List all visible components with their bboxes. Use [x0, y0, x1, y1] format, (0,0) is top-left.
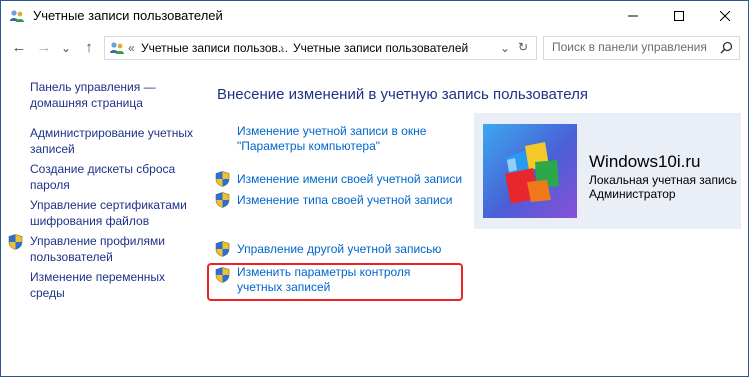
link-manage-other[interactable]: Управление другой учетной записью: [237, 242, 441, 257]
link-change-type[interactable]: Изменение типа своей учетной записи: [237, 193, 452, 208]
page-title: Внесение изменений в учетную запись поль…: [217, 86, 588, 103]
breadcrumb-separator[interactable]: ›: [280, 41, 284, 55]
control-panel-icon: [109, 40, 125, 56]
search-box[interactable]: [543, 36, 740, 60]
link-pc-settings[interactable]: Изменение учетной записи в окне "Парамет…: [237, 124, 437, 154]
uac-shield-icon: [215, 192, 230, 208]
refresh-icon[interactable]: ↻: [518, 40, 528, 54]
maximize-icon: [674, 11, 684, 21]
window-title: Учетные записи пользователей: [33, 8, 223, 23]
user-avatar[interactable]: [483, 124, 577, 218]
account-role: Администратор: [589, 187, 676, 201]
sidebar-item-profiles[interactable]: Управление профилями пользователей: [30, 233, 180, 265]
recent-locations-icon[interactable]: ⌄: [56, 39, 76, 57]
uac-shield-icon: [215, 171, 230, 187]
up-arrow-icon[interactable]: ↑: [79, 39, 99, 57]
close-button[interactable]: [702, 1, 748, 31]
minimize-button[interactable]: [610, 1, 656, 31]
address-bar[interactable]: « Учетные записи пользов... › Учетные за…: [104, 36, 537, 60]
search-input[interactable]: [552, 40, 712, 54]
account-type: Локальная учетная запись: [589, 173, 737, 187]
breadcrumb-accounts[interactable]: Учетные записи пользов...: [141, 41, 288, 55]
maximize-button[interactable]: [656, 1, 702, 31]
sidebar-item-env-vars[interactable]: Изменение переменных среды: [30, 269, 170, 301]
user-info-panel: Windows10i.ru Локальная учетная запись А…: [474, 113, 741, 229]
breadcrumb-current[interactable]: Учетные записи пользователей: [293, 41, 468, 55]
forward-arrow-icon[interactable]: →: [34, 39, 54, 57]
search-icon[interactable]: [720, 41, 733, 54]
title-bar: Учетные записи пользователей: [1, 1, 748, 31]
app-window: Учетные записи пользователей ← → ⌄ ↑ « У…: [0, 0, 749, 377]
close-icon: [720, 11, 730, 21]
sidebar-item-certificates[interactable]: Управление сертификатами шифрования файл…: [30, 197, 195, 229]
navigation-bar: ← → ⌄ ↑ « Учетные записи пользов... › Уч…: [1, 35, 748, 61]
back-arrow-icon[interactable]: ←: [9, 39, 29, 57]
sidebar-item-admin-accounts[interactable]: Администрирование учетных записей: [30, 125, 195, 157]
uac-shield-icon: [8, 234, 23, 250]
uac-shield-icon: [215, 241, 230, 257]
link-uac-settings[interactable]: Изменить параметры контроля учетных запи…: [237, 265, 452, 295]
breadcrumb-overflow[interactable]: «: [128, 41, 135, 55]
address-dropdown-icon[interactable]: ⌄: [500, 41, 510, 55]
sidebar-item-reset-disk[interactable]: Создание дискеты сброса пароля: [30, 161, 180, 193]
minimize-icon: [628, 15, 638, 17]
link-change-name[interactable]: Изменение имени своей учетной записи: [237, 172, 462, 187]
sidebar-item-home[interactable]: Панель управления — домашняя страница: [30, 79, 160, 111]
users-icon: [9, 8, 25, 24]
uac-shield-icon: [215, 267, 230, 283]
user-name: Windows10i.ru: [589, 152, 701, 171]
